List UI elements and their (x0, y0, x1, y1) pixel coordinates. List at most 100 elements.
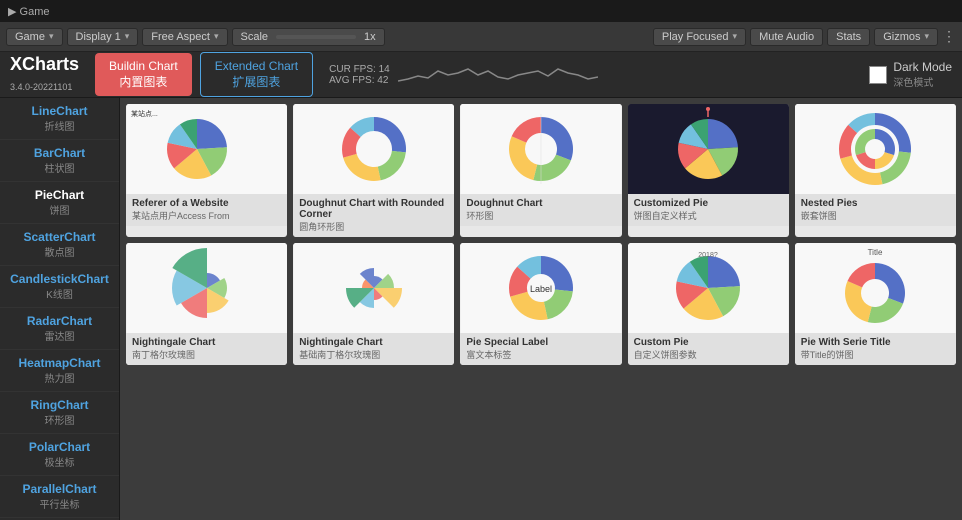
svg-text:某站点...: 某站点... (131, 109, 158, 118)
game-label: Game (15, 31, 45, 43)
chart-label: Nested Pies 嵌套饼图 (795, 194, 956, 226)
sidebar-chart-cn: 折线图 (10, 118, 109, 133)
sidebar-item-candlestickchart[interactable]: CandlestickChart K线图 (0, 266, 119, 308)
svg-text:2018?: 2018? (698, 252, 718, 259)
play-focused-dropdown[interactable]: Play Focused ▾ (653, 28, 746, 46)
sidebar-chart-name: RadarChart (10, 314, 109, 328)
game-arrow: ▾ (49, 31, 54, 42)
chart-title: Customized Pie (634, 198, 783, 209)
chart-card[interactable]: 某站点... Referer of a Website 某站点用户Access … (126, 104, 287, 237)
chart-preview (126, 243, 287, 333)
sidebar-item-radarchart[interactable]: RadarChart 雷达图 (0, 308, 119, 350)
buildin-chart-btn[interactable]: Buildin Chart 内置图表 (95, 53, 192, 96)
chart-subtitle: 基础南丁格尔玫瑰图 (299, 348, 448, 361)
mute-audio-btn[interactable]: Mute Audio (750, 28, 823, 46)
sidebar-item-barchart[interactable]: BarChart 柱状图 (0, 140, 119, 182)
sidebar-chart-cn: K线图 (10, 286, 109, 301)
sidebar-chart-cn: 饼图 (10, 202, 109, 217)
chart-card[interactable]: Nightingale Chart 基础南丁格尔玫瑰图 (293, 243, 454, 365)
sidebar-item-linechart[interactable]: LineChart 折线图 (0, 98, 119, 140)
extended-chart-btn[interactable]: Extended Chart 扩展图表 (200, 52, 313, 97)
sidebar-item-polarchart[interactable]: PolarChart 极坐标 (0, 434, 119, 476)
title-bar: ▶ Game (0, 0, 962, 22)
chart-card[interactable]: Title Pie With Serie Title 带Title的饼图 (795, 243, 956, 365)
stats-btn[interactable]: Stats (827, 28, 870, 46)
chart-preview (460, 104, 621, 194)
scale-item: Scale 1x (232, 28, 385, 46)
chart-card[interactable]: Label Pie Special Label 富文本标签 (460, 243, 621, 365)
fps-graph (398, 60, 626, 90)
cur-fps: CUR FPS: 14 (329, 64, 390, 75)
gizmos-dropdown[interactable]: Gizmos ▾ (874, 28, 938, 46)
fps-display: CUR FPS: 14 AVG FPS: 42 (329, 64, 390, 86)
chart-subtitle: 嵌套饼图 (801, 209, 950, 222)
sidebar-item-piechart[interactable]: PieChart 饼图 (0, 182, 119, 224)
chart-card[interactable]: Nightingale Chart 南丁格尔玫瑰图 (126, 243, 287, 365)
chart-preview (293, 243, 454, 333)
chart-subtitle: 环形图 (466, 209, 615, 222)
chart-subtitle: 圆角环形图 (299, 220, 448, 233)
chart-label: Pie With Serie Title 带Title的饼图 (795, 333, 956, 365)
toolbar-right: Play Focused ▾ Mute Audio Stats Gizmos ▾… (653, 28, 956, 46)
chart-card[interactable]: Nested Pies 嵌套饼图 (795, 104, 956, 237)
sidebar-item-scatterchart[interactable]: ScatterChart 散点图 (0, 224, 119, 266)
chart-preview: 2018? (628, 243, 789, 333)
gizmos-arrow: ▾ (924, 31, 929, 42)
chart-card[interactable]: Doughnut Chart 环形图 (460, 104, 621, 237)
aspect-arrow: ▾ (214, 31, 219, 42)
sidebar-chart-cn: 热力图 (10, 370, 109, 385)
sidebar-chart-name: ScatterChart (10, 230, 109, 244)
chart-grid: 某站点... Referer of a Website 某站点用户Access … (120, 98, 962, 520)
sidebar-item-heatmapchart[interactable]: HeatmapChart 热力图 (0, 350, 119, 392)
chart-label: Custom Pie 自定义饼图参数 (628, 333, 789, 365)
chart-title: Doughnut Chart with Rounded Corner (299, 198, 448, 220)
dark-mode-toggle[interactable]: Dark Mode 深色模式 (869, 60, 952, 89)
aspect-dropdown[interactable]: Free Aspect ▾ (142, 28, 227, 46)
aspect-label: Free Aspect (151, 31, 210, 43)
chart-preview (795, 104, 956, 194)
sidebar-chart-cn: 散点图 (10, 244, 109, 259)
chart-title: Doughnut Chart (466, 198, 615, 209)
sidebar-chart-cn: 平行坐标 (10, 496, 109, 511)
xchart-logo: XCharts 3.4.0-20221101 (10, 55, 79, 95)
dark-mode-label-cn: 深色模式 (893, 74, 952, 89)
gizmos-label: Gizmos (883, 31, 920, 43)
main-layout: LineChart 折线图 BarChart 柱状图 PieChart 饼图 S… (0, 98, 962, 520)
xchart-header: XCharts 3.4.0-20221101 Buildin Chart 内置图… (0, 52, 962, 98)
dark-mode-checkbox[interactable] (869, 66, 887, 84)
chart-title: Referer of a Website (132, 198, 281, 209)
scale-slider[interactable] (276, 35, 356, 39)
chart-label: Doughnut Chart with Rounded Corner 圆角环形图 (293, 194, 454, 237)
sidebar-chart-cn: 柱状图 (10, 160, 109, 175)
sidebar-chart-name: BarChart (10, 146, 109, 160)
chart-preview: 某站点... (126, 104, 287, 194)
chart-subtitle: 带Title的饼图 (801, 348, 950, 361)
sidebar-chart-cn: 极坐标 (10, 454, 109, 469)
play-focused-arrow: ▾ (733, 31, 738, 42)
chart-preview: Label (460, 243, 621, 333)
avg-fps: AVG FPS: 42 (329, 75, 390, 86)
sidebar-item-parallelchart[interactable]: ParallelChart 平行坐标 (0, 476, 119, 518)
sidebar-chart-cn: 雷达图 (10, 328, 109, 343)
chart-title: Pie With Serie Title (801, 337, 950, 348)
chart-preview (293, 104, 454, 194)
sidebar-item-ringchart[interactable]: RingChart 环形图 (0, 392, 119, 434)
sidebar: LineChart 折线图 BarChart 柱状图 PieChart 饼图 S… (0, 98, 120, 520)
display-dropdown[interactable]: Display 1 ▾ (67, 28, 139, 46)
chart-card[interactable]: 2018? Custom Pie 自定义饼图参数 (628, 243, 789, 365)
chart-subtitle: 饼图自定义样式 (634, 209, 783, 222)
chart-card[interactable]: Doughnut Chart with Rounded Corner 圆角环形图 (293, 104, 454, 237)
display-label: Display 1 (76, 31, 121, 43)
dark-mode-label: Dark Mode (893, 60, 952, 74)
more-options-icon[interactable]: ⋮ (942, 28, 956, 45)
chart-label: Doughnut Chart 环形图 (460, 194, 621, 226)
game-dropdown[interactable]: Game ▾ (6, 28, 63, 46)
svg-text:Title: Title (868, 248, 883, 257)
chart-title: Pie Special Label (466, 337, 615, 348)
chart-subtitle: 南丁格尔玫瑰图 (132, 348, 281, 361)
chart-title: Nightingale Chart (132, 337, 281, 348)
chart-card[interactable]: Customized Pie 饼图自定义样式 (628, 104, 789, 237)
chart-title: Custom Pie (634, 337, 783, 348)
sidebar-chart-name: PolarChart (10, 440, 109, 454)
chart-title: Nightingale Chart (299, 337, 448, 348)
